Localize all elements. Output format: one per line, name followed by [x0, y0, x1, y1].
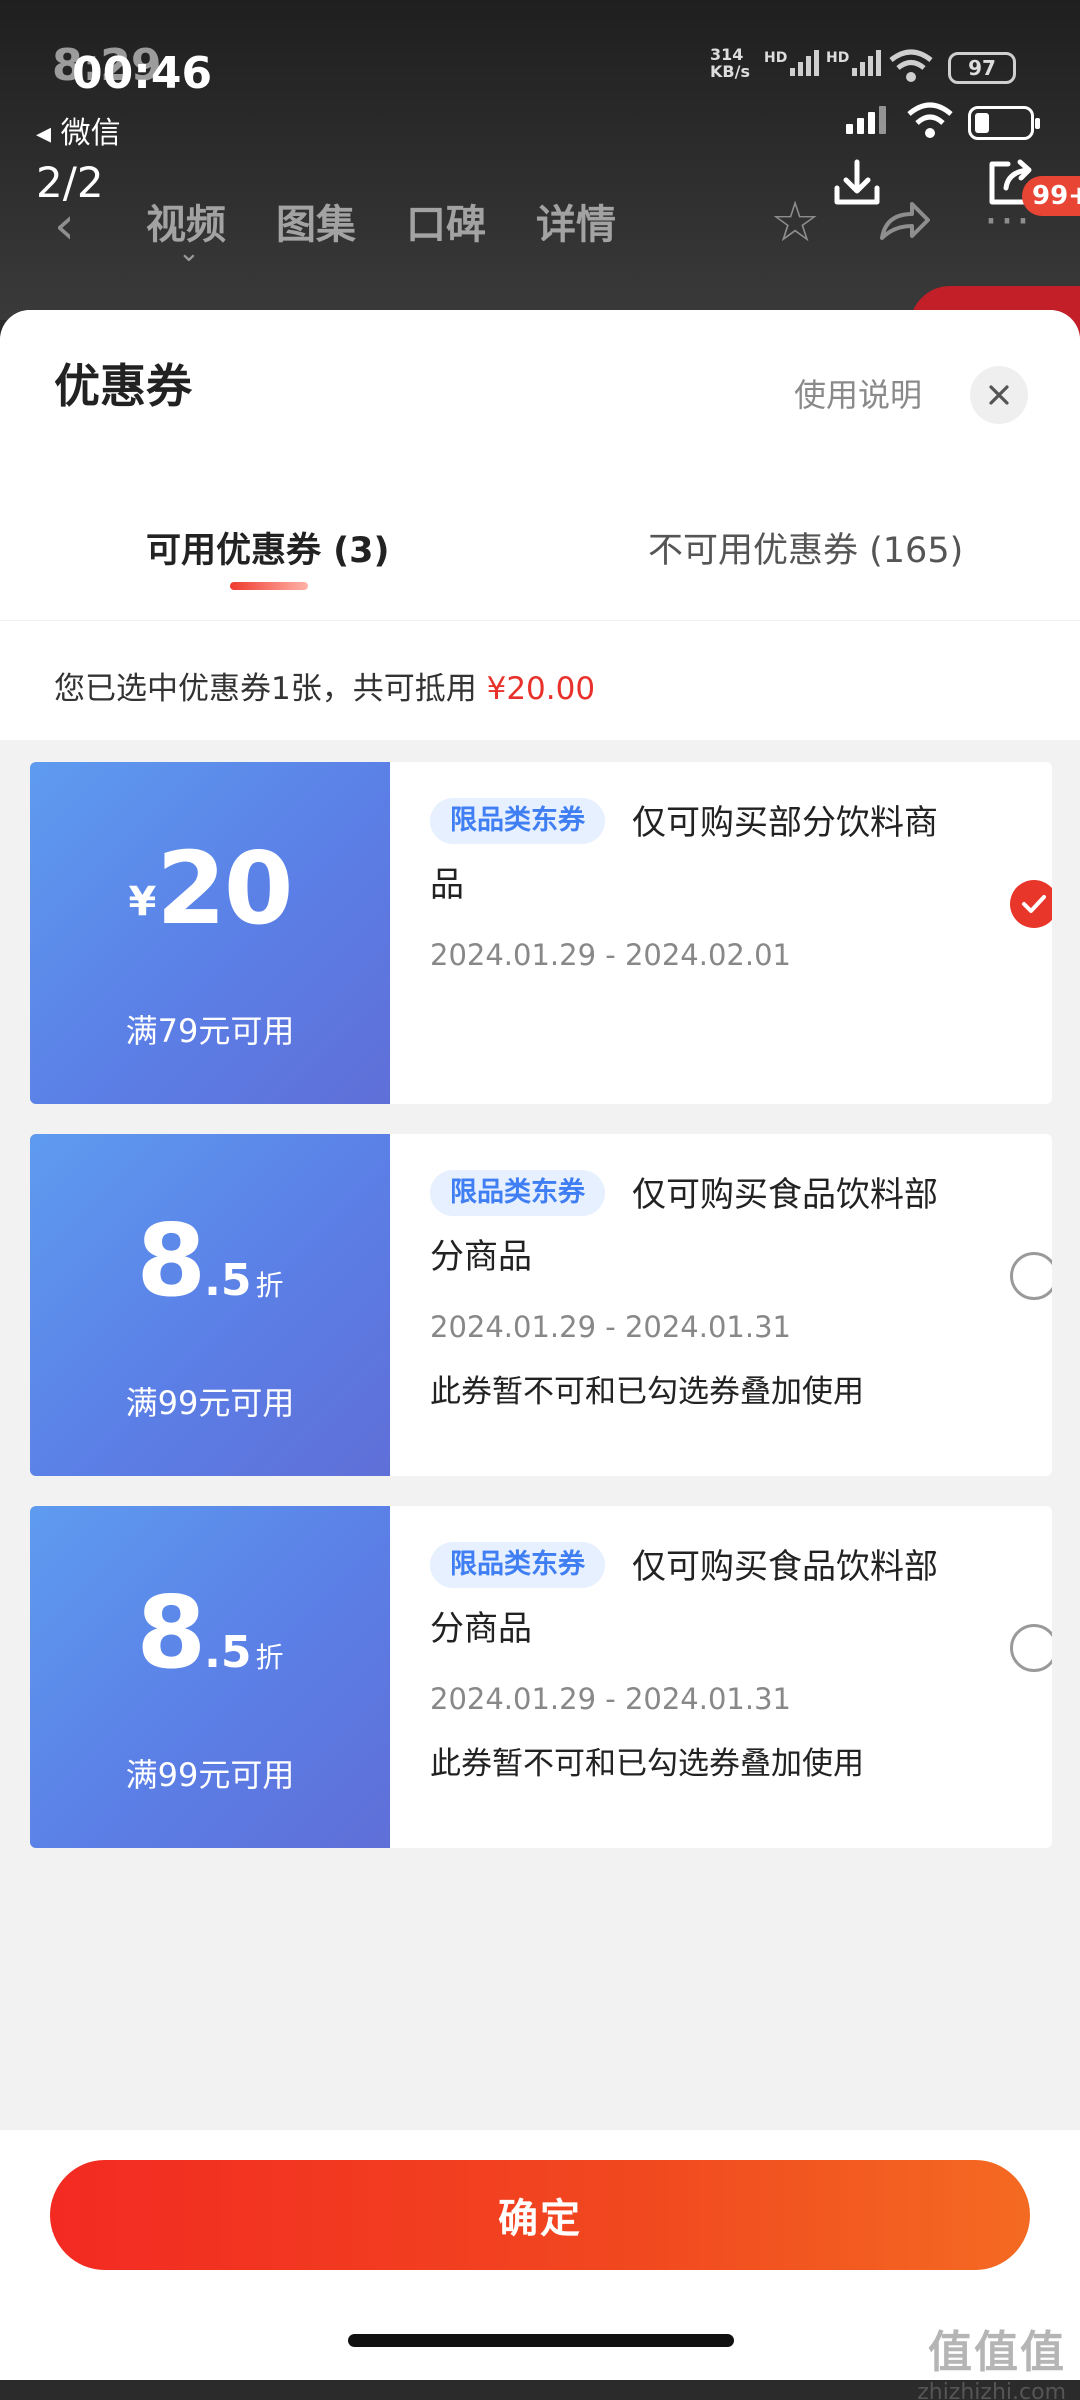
coupon-card[interactable]: 8.5 折 满99元可用 仅可购买食品饮料部分商品 限品类东券 2024.01.2… — [30, 1134, 1052, 1476]
signal-icon-2: HD — [826, 50, 882, 76]
coupon-threshold: 满79元可用 — [125, 1012, 295, 1050]
hd-label: HD — [764, 50, 788, 66]
tab-gallery[interactable]: 图集 — [276, 192, 356, 250]
hd-label-2: HD — [826, 50, 850, 66]
back-to-app-link[interactable]: ◂ 微信 — [36, 108, 121, 152]
coupon-card[interactable]: 8.5 折 满99元可用 仅可购买食品饮料部分商品 限品类东券 2024.01.2… — [30, 1506, 1052, 1848]
network-speed-unit: KB/s — [710, 62, 750, 81]
coupon-currency: ¥ — [128, 879, 157, 925]
summary-prefix: 您已选中优惠券1张，共可抵用 — [54, 671, 477, 707]
network-speed-value: 314 — [710, 45, 744, 64]
home-indicator[interactable] — [348, 2334, 734, 2347]
nav-back-icon[interactable]: ‹ — [54, 196, 75, 256]
coupon-discount-dec: .5 — [204, 1255, 252, 1306]
tab-unavailable-coupons[interactable]: 不可用优惠券 (165) — [648, 522, 963, 573]
product-nav-tabs: 视频 图集 口碑 详情 — [146, 192, 616, 250]
coupon-value-panel: 8.5 折 满99元可用 — [30, 1134, 390, 1476]
coupon-discount-int: 8 — [136, 1574, 207, 1691]
coupon-validity: 2024.01.29 - 2024.01.31 — [430, 1310, 791, 1344]
selection-summary: 您已选中优惠券1张，共可抵用 ¥20.00 — [0, 620, 1080, 740]
signal-bars-icon — [846, 106, 886, 134]
tab-available-coupons[interactable]: 可用优惠券 (3) — [146, 522, 390, 573]
network-speed: 314 KB/s — [710, 46, 750, 80]
watermark-url: zhizhizhi.com — [917, 2380, 1066, 2400]
coupon-discount-unit: 折 — [255, 1269, 284, 1302]
coupon-amount: 20 — [156, 830, 293, 947]
coupon-info: 仅可购买食品饮料部分商品 限品类东券 2024.01.29 - 2024.01.… — [390, 1506, 1052, 1848]
coupon-info: 仅可购买食品饮料部分商品 限品类东券 2024.01.29 - 2024.01.… — [390, 1134, 1052, 1476]
coupon-value: ¥20 — [30, 830, 390, 947]
sheet-header: 优惠券 使用说明 可用优惠券 (3) 不可用优惠券 (165) — [0, 310, 1080, 620]
coupon-checkbox-checked[interactable] — [1010, 880, 1052, 928]
chevron-down-icon: ⌄ — [178, 238, 200, 268]
coupon-card[interactable]: ¥20 满79元可用 仅可购买部分饮料商品 限品类东券 2024.01.29 -… — [30, 762, 1052, 1104]
coupon-discount-dec: .5 — [204, 1627, 252, 1678]
signal-icon: HD — [764, 50, 820, 76]
confirm-button[interactable]: 确定 — [50, 2160, 1030, 2270]
coupon-validity: 2024.01.29 - 2024.01.31 — [430, 1682, 791, 1716]
summary-text: 您已选中优惠券1张，共可抵用 ¥20.00 — [54, 663, 595, 708]
coupon-type-tag: 限品类东券 — [430, 1542, 605, 1588]
tab-details[interactable]: 详情 — [536, 192, 616, 250]
star-icon[interactable]: ☆ — [770, 190, 820, 255]
coupon-discount-unit: 折 — [255, 1641, 284, 1674]
coupon-value-panel: 8.5 折 满99元可用 — [30, 1506, 390, 1848]
battery-icon: 97 — [948, 52, 1016, 84]
watermark-logo: 值值值 — [928, 2327, 1066, 2378]
summary-amount: ¥20.00 — [486, 671, 596, 707]
coupon-stacking-note: 此券暂不可和已勾选券叠加使用 — [430, 1374, 864, 1410]
close-icon — [989, 385, 1009, 405]
wifi-icon-2 — [907, 102, 953, 138]
coupon-checkbox[interactable] — [1010, 1624, 1052, 1672]
wifi-icon — [889, 49, 933, 82]
coupon-type-tag: 限品类东券 — [430, 798, 605, 844]
coupon-value: 8.5 折 — [30, 1202, 390, 1319]
watermark: 值值值 zhizhizhi.com — [917, 2316, 1066, 2400]
coupon-discount-int: 8 — [136, 1202, 207, 1319]
coupon-value: 8.5 折 — [30, 1574, 390, 1691]
coupon-threshold: 满99元可用 — [125, 1384, 295, 1422]
share-arrow-icon[interactable] — [876, 196, 934, 246]
status-bar: 8:29 00:46 ◂ 微信 314 KB/s HD HD 97 — [0, 28, 1080, 151]
coupon-info: 仅可购买部分饮料商品 限品类东券 2024.01.29 - 2024.02.01 — [390, 762, 1052, 1104]
sheet-title: 优惠券 — [54, 359, 192, 413]
battery-level-icon — [968, 106, 1040, 140]
coupon-value-panel: ¥20 满79元可用 — [30, 762, 390, 1104]
tab-reviews[interactable]: 口碑 — [406, 192, 486, 250]
cart-count-badge: 99+ — [1022, 176, 1080, 216]
usage-instructions-link[interactable]: 使用说明 — [794, 370, 922, 416]
checkmark-icon — [1022, 895, 1046, 913]
close-button[interactable] — [970, 366, 1028, 424]
active-tab-indicator — [230, 582, 308, 590]
coupon-stacking-note: 此券暂不可和已勾选券叠加使用 — [430, 1746, 864, 1782]
coupon-validity: 2024.01.29 - 2024.02.01 — [430, 938, 791, 972]
coupon-threshold: 满99元可用 — [125, 1756, 295, 1794]
coupon-type-tag: 限品类东券 — [430, 1170, 605, 1216]
status-time: 00:46 — [72, 48, 213, 99]
coupon-checkbox[interactable] — [1010, 1252, 1052, 1300]
coupon-sheet: 优惠券 使用说明 可用优惠券 (3) 不可用优惠券 (165) 您已选中优惠券1… — [0, 310, 1080, 2380]
